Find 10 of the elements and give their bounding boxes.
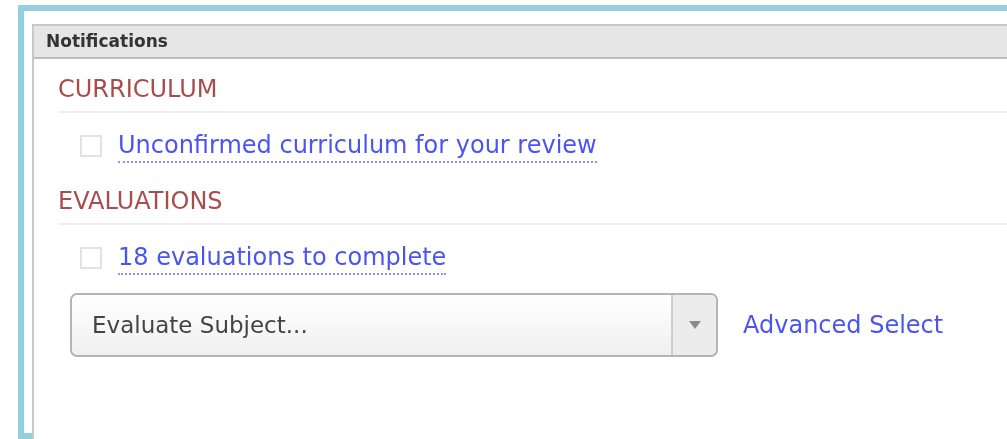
- advanced-select-link[interactable]: Advanced Select: [743, 307, 944, 343]
- subject-dropdown[interactable]: Evaluate Subject...: [70, 293, 718, 357]
- checkbox[interactable]: [80, 135, 102, 157]
- checkbox[interactable]: [80, 247, 102, 269]
- section-heading: EVALUATIONS: [58, 187, 223, 215]
- notification-link[interactable]: Unconfirmed curriculum for your review: [118, 129, 597, 163]
- caret-icon: [688, 321, 701, 329]
- panel-title: Notifications: [46, 29, 168, 53]
- notification-link[interactable]: 18 evaluations to complete: [118, 241, 447, 275]
- section-heading: CURRICULUM: [58, 75, 218, 103]
